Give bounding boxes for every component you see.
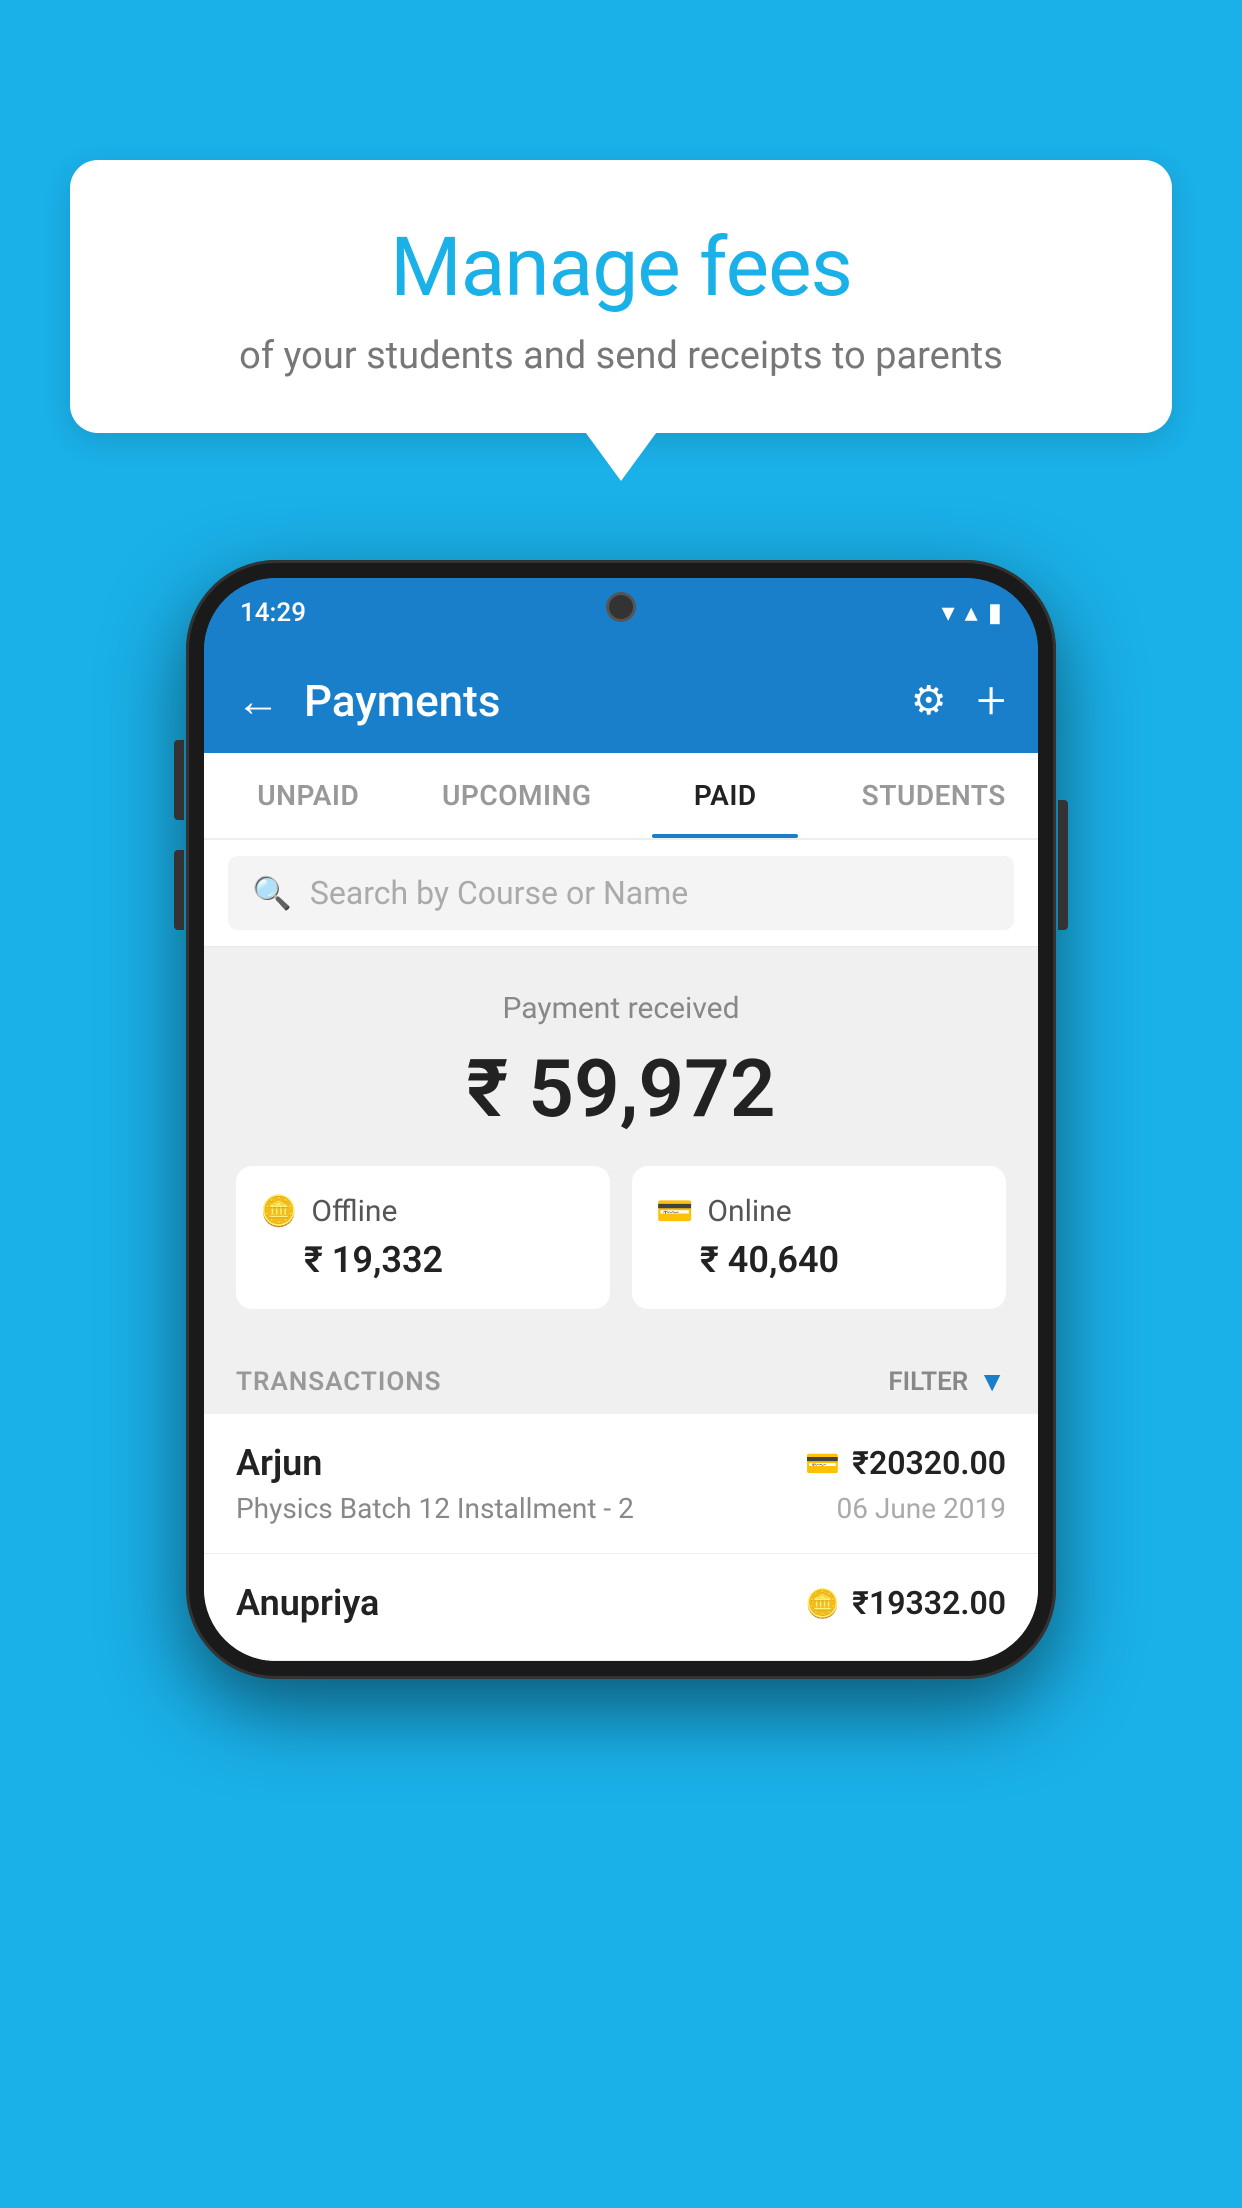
search-bar-wrap: 🔍 Search by Course or Name: [204, 840, 1038, 947]
status-icons: ▾ ▴ ▮: [942, 598, 1002, 628]
online-amount: ₹ 40,640: [700, 1239, 982, 1281]
payment-summary: Payment received ₹ 59,972 🪙 Offline ₹ 19…: [204, 947, 1038, 1341]
header-actions: ⚙ +: [911, 670, 1006, 731]
transaction-top: Arjun 💳 ₹20320.00: [236, 1442, 1006, 1484]
filter-label: FILTER: [888, 1367, 968, 1397]
bubble-title: Manage fees: [120, 220, 1122, 316]
transaction-name: Anupriya: [236, 1582, 379, 1624]
online-label: Online: [707, 1194, 791, 1229]
tab-paid[interactable]: PAID: [621, 753, 830, 838]
transaction-row[interactable]: Anupriya 🪙 ₹19332.00: [204, 1554, 1038, 1661]
online-card: 💳 Online ₹ 40,640: [632, 1166, 1006, 1309]
search-bar[interactable]: 🔍 Search by Course or Name: [228, 856, 1014, 930]
page-title: Payments: [304, 675, 887, 727]
transaction-amount-wrap: 🪙 ₹19332.00: [805, 1584, 1006, 1622]
volume-down-button: [174, 850, 184, 930]
transaction-name: Arjun: [236, 1442, 322, 1484]
tabs-bar: UNPAID UPCOMING PAID STUDENTS: [204, 753, 1038, 840]
screen-content: 🔍 Search by Course or Name Payment recei…: [204, 840, 1038, 1661]
power-button: [1058, 800, 1068, 930]
tab-unpaid[interactable]: UNPAID: [204, 753, 413, 838]
signal-icon: ▴: [965, 598, 978, 628]
transactions-label: TRANSACTIONS: [236, 1367, 442, 1397]
transaction-row[interactable]: Arjun 💳 ₹20320.00 Physics Batch 12 Insta…: [204, 1414, 1038, 1554]
battery-icon: ▮: [988, 598, 1002, 628]
wifi-icon: ▾: [942, 598, 955, 628]
offline-payment-icon: 🪙: [805, 1587, 840, 1620]
offline-amount: ₹ 19,332: [304, 1239, 586, 1281]
payment-cards: 🪙 Offline ₹ 19,332 💳 Online ₹ 40,640: [236, 1166, 1006, 1309]
transactions-header: TRANSACTIONS FILTER ▼: [204, 1341, 1038, 1414]
status-bar: 14:29 ▾ ▴ ▮: [204, 578, 1038, 648]
volume-up-button: [174, 740, 184, 820]
online-icon: 💳: [656, 1194, 693, 1229]
back-button[interactable]: ←: [236, 675, 280, 727]
filter-icon: ▼: [978, 1365, 1006, 1398]
add-icon[interactable]: +: [977, 670, 1006, 731]
transaction-bottom: Physics Batch 12 Installment - 2 06 June…: [236, 1492, 1006, 1525]
app-header: ← Payments ⚙ +: [204, 648, 1038, 753]
transaction-top: Anupriya 🪙 ₹19332.00: [236, 1582, 1006, 1624]
online-card-header: 💳 Online: [656, 1194, 982, 1229]
search-icon: 🔍: [252, 874, 292, 912]
offline-icon: 🪙: [260, 1194, 297, 1229]
filter-button[interactable]: FILTER ▼: [888, 1365, 1006, 1398]
offline-card: 🪙 Offline ₹ 19,332: [236, 1166, 610, 1309]
settings-icon[interactable]: ⚙: [911, 677, 947, 724]
offline-label: Offline: [311, 1194, 397, 1229]
transaction-amount: ₹20320.00: [852, 1444, 1006, 1482]
phone-shell: 14:29 ▾ ▴ ▮ ← Payments ⚙ + UNPAID: [186, 560, 1056, 1679]
phone-screen: 14:29 ▾ ▴ ▮ ← Payments ⚙ + UNPAID: [204, 578, 1038, 1661]
payment-total-amount: ₹ 59,972: [236, 1042, 1006, 1136]
transaction-course: Physics Batch 12 Installment - 2: [236, 1492, 634, 1525]
bubble-subtitle: of your students and send receipts to pa…: [120, 334, 1122, 378]
tab-upcoming[interactable]: UPCOMING: [413, 753, 622, 838]
payment-received-label: Payment received: [236, 991, 1006, 1026]
front-camera: [606, 592, 636, 622]
phone-device: 14:29 ▾ ▴ ▮ ← Payments ⚙ + UNPAID: [186, 560, 1056, 1679]
speech-bubble: Manage fees of your students and send re…: [70, 160, 1172, 433]
transaction-amount-wrap: 💳 ₹20320.00: [805, 1444, 1006, 1482]
status-time: 14:29: [240, 598, 306, 628]
search-input[interactable]: Search by Course or Name: [310, 874, 688, 912]
card-payment-icon: 💳: [805, 1447, 840, 1480]
transaction-amount: ₹19332.00: [852, 1584, 1006, 1622]
transaction-date: 06 June 2019: [836, 1492, 1006, 1525]
offline-card-header: 🪙 Offline: [260, 1194, 586, 1229]
tab-students[interactable]: STUDENTS: [830, 753, 1039, 838]
